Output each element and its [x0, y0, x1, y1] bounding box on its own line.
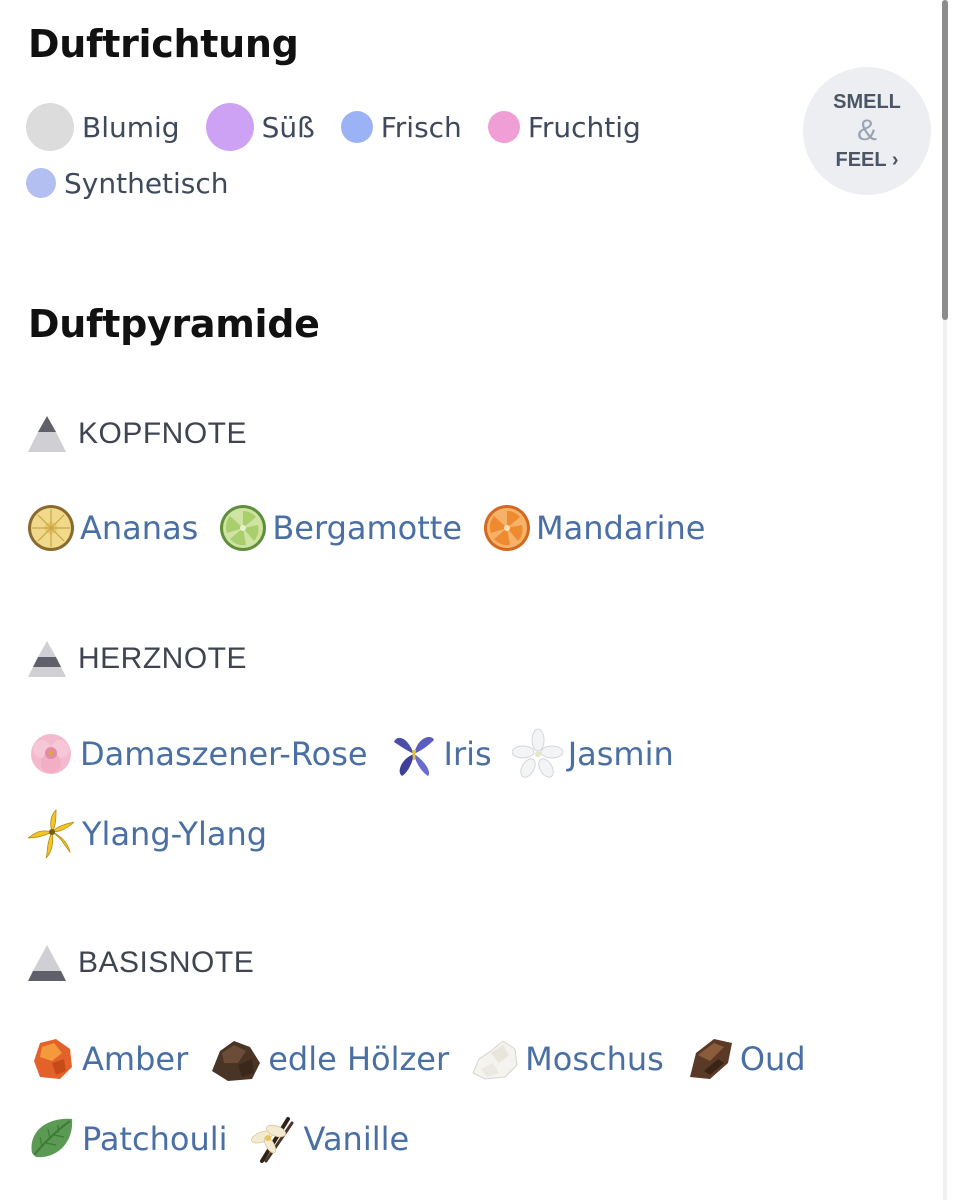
ingredient-label: edle Hölzer: [268, 1040, 450, 1078]
note-label: KOPFNOTE: [78, 417, 248, 450]
section-title-duftrichtung: Duftrichtung: [28, 22, 299, 66]
ampersand: &: [856, 114, 877, 147]
family-color-dot: [26, 168, 56, 198]
pineapple-slice-icon: [28, 505, 74, 551]
family-chip-suess: Süß: [205, 99, 315, 155]
pyramid-base-icon: [28, 945, 66, 981]
ingredient-label: Mandarine: [536, 509, 706, 547]
iris-flower-icon: [393, 736, 434, 776]
smell-label: SMELL: [833, 91, 901, 113]
amber-stone-icon: [34, 1039, 72, 1079]
ingredient-bergamotte[interactable]: Bergamotte: [218, 488, 462, 568]
family-label: Frisch: [380, 110, 462, 144]
wood-chunk-icon: [212, 1041, 261, 1081]
ingredient-vanille[interactable]: Vanille: [248, 1099, 410, 1179]
family-chip-synthetisch: Synthetisch: [26, 155, 229, 211]
note-header-herznote: HERZNOTE: [26, 637, 247, 681]
family-color-dot: [26, 103, 74, 151]
note-label: HERZNOTE: [78, 642, 247, 675]
ingredient-label: Oud: [739, 1040, 806, 1078]
feel-label: FEEL: [835, 149, 887, 171]
family-label: Blumig: [82, 110, 180, 144]
ingredient-patchouli[interactable]: Patchouli: [26, 1099, 228, 1179]
ingredient-label: Moschus: [525, 1040, 664, 1078]
pyramid-middle-icon: [28, 641, 66, 677]
ingredient-jasmin[interactable]: Jasmin: [511, 714, 674, 794]
ingredient-ylang-ylang[interactable]: Ylang-Ylang: [26, 794, 267, 874]
ingredient-label: Amber: [82, 1040, 189, 1078]
mandarin-slice-icon: [484, 505, 531, 551]
jasmine-flower-icon: [511, 728, 564, 778]
pyramid-top-icon: [28, 416, 66, 452]
ingredient-mandarine[interactable]: Mandarine: [482, 488, 705, 568]
ingredient-label: Bergamotte: [272, 509, 463, 547]
ingredient-label: Damaszener-Rose: [80, 735, 368, 773]
ingredient-edle-hoelzer[interactable]: edle Hölzer: [208, 1019, 449, 1099]
ingredient-label: Patchouli: [82, 1120, 228, 1158]
ingredient-label: Jasmin: [567, 735, 674, 773]
note-header-kopfnote: KOPFNOTE: [26, 412, 247, 456]
family-label: Synthetisch: [64, 166, 229, 200]
family-chip-blumig: Blumig: [26, 99, 180, 155]
rose-icon: [31, 734, 71, 774]
family-label: Fruchtig: [527, 110, 641, 144]
bergamot-slice-icon: [220, 505, 267, 551]
ingredient-list-herznote: Damaszener-Rose Iris Jasmin Ylang-Ylang: [26, 714, 906, 874]
oud-wood-icon: [689, 1039, 732, 1079]
ingredient-ananas[interactable]: Ananas: [26, 488, 198, 568]
section-title-duftpyramide: Duftpyramide: [28, 302, 320, 346]
ingredient-iris[interactable]: Iris: [388, 714, 492, 794]
note-label: BASISNOTE: [78, 946, 255, 979]
chevron-right-icon: ›: [891, 149, 899, 171]
vanilla-flower-icon: [250, 1117, 294, 1163]
scrollbar-thumb[interactable]: [942, 0, 948, 320]
ingredient-label: Ylang-Ylang: [82, 815, 268, 853]
fragrance-family-list: Blumig Süß Frisch Fruchtig Synthetisch: [26, 99, 766, 211]
patchouli-leaf-icon: [31, 1118, 73, 1158]
family-color-dot: [487, 111, 520, 143]
ingredient-list-kopfnote: Ananas Bergamotte Mandarine: [26, 488, 906, 568]
family-label: Süß: [261, 110, 315, 144]
musk-crystal-icon: [472, 1040, 518, 1080]
ingredient-amber[interactable]: Amber: [26, 1019, 188, 1099]
ingredient-label: Ananas: [80, 509, 199, 547]
ylang-ylang-flower-icon: [27, 809, 75, 859]
note-header-basisnote: BASISNOTE: [26, 941, 254, 985]
ingredient-oud[interactable]: Oud: [684, 1019, 806, 1099]
ingredient-damaszener-rose[interactable]: Damaszener-Rose: [26, 714, 368, 794]
ingredient-moschus[interactable]: Moschus: [469, 1019, 664, 1099]
family-chip-fruchtig: Fruchtig: [487, 99, 641, 155]
smell-and-feel-button[interactable]: SMELL & FEEL ›: [803, 67, 931, 195]
ingredient-label: Vanille: [303, 1120, 410, 1158]
feel-label-row: FEEL ›: [836, 146, 899, 174]
family-color-dot: [340, 111, 373, 143]
family-color-dot: [205, 103, 254, 151]
ingredient-label: Iris: [443, 735, 492, 773]
family-chip-frisch: Frisch: [340, 99, 462, 155]
ingredient-list-basisnote: Amber edle Hölzer Moschus Oud Patchouli …: [26, 1019, 906, 1179]
